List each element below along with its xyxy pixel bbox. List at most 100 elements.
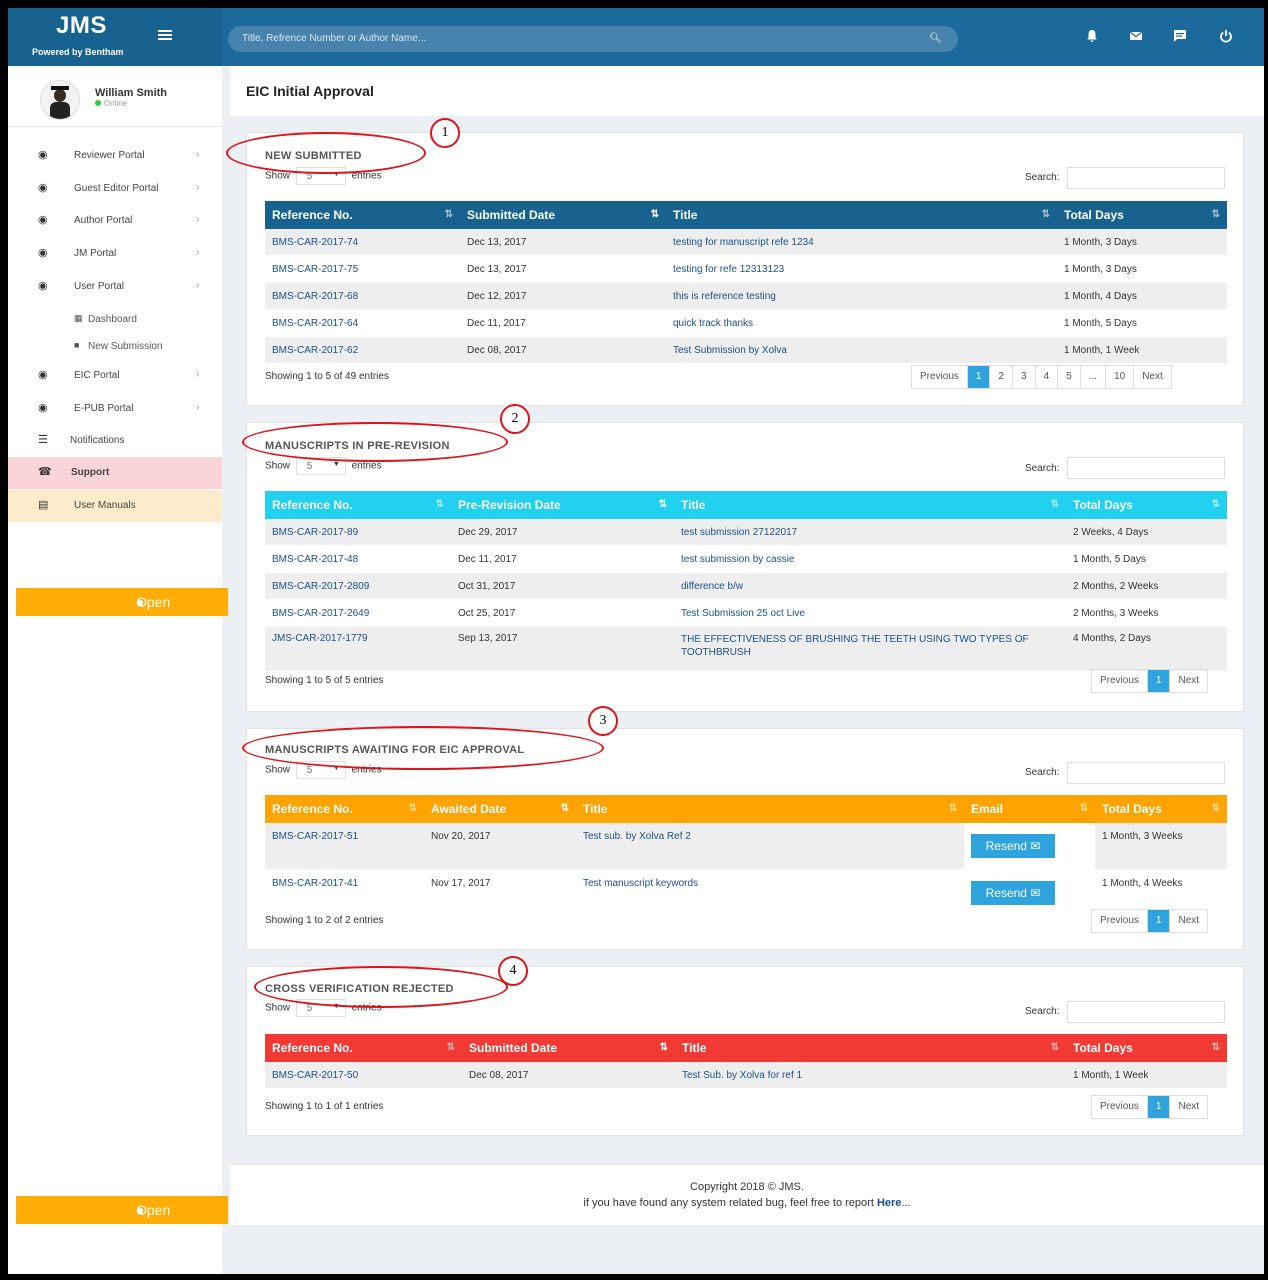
sidebar-item-jm-portal[interactable]: ◉ JM Portal › bbox=[8, 238, 222, 270]
title-link[interactable]: test submission 27122017 bbox=[674, 519, 1066, 546]
top-bar: JMS Powered by Bentham Title, Refrence N… bbox=[8, 8, 1264, 66]
open-chat-button-bottom[interactable]: Open Chat ● bbox=[16, 1196, 228, 1246]
total-days-cell: 1 Month, 5 Days bbox=[1057, 309, 1227, 337]
bell-icon[interactable] bbox=[1084, 29, 1100, 45]
column-header-total-days[interactable]: Total Days ⇅ bbox=[1066, 491, 1227, 519]
page-button-2[interactable]: 2 bbox=[989, 366, 1012, 388]
previous-button[interactable]: Previous bbox=[1092, 670, 1147, 692]
sidebar-item-label: EIC Portal bbox=[74, 370, 120, 381]
page-button-10[interactable]: 10 bbox=[1105, 366, 1133, 388]
reference-link[interactable]: BMS-CAR-2017-2649 bbox=[265, 599, 451, 627]
search-icon[interactable]: 🔍︎ bbox=[929, 26, 942, 52]
page-button-1[interactable]: 1 bbox=[1146, 910, 1170, 932]
title-link[interactable]: test submission by cassie bbox=[674, 545, 1066, 573]
open-chat-button[interactable]: Open Chat ● bbox=[16, 588, 228, 638]
avatar[interactable] bbox=[40, 80, 80, 120]
date-cell: Dec 13, 2017 bbox=[460, 229, 666, 256]
reference-link[interactable]: BMS-CAR-2017-68 bbox=[265, 282, 460, 310]
sidebar-item-user-manuals[interactable]: ▤ User Manuals bbox=[8, 490, 222, 522]
title-link[interactable]: this is reference testing bbox=[666, 282, 1057, 310]
page-button-1[interactable]: 1 bbox=[1146, 1096, 1170, 1118]
page-button-1[interactable]: 1 bbox=[1146, 670, 1170, 692]
column-header-total-days[interactable]: Total Days ⇅ bbox=[1057, 201, 1227, 229]
column-header-total-days[interactable]: Total Days ⇅ bbox=[1095, 795, 1227, 823]
sidebar-item-user-portal[interactable]: ◉ User Portal › bbox=[8, 271, 222, 303]
column-header-reference[interactable]: Reference No. ⇅ bbox=[265, 491, 451, 519]
title-link[interactable]: Test manuscript keywords bbox=[576, 869, 964, 917]
title-link[interactable]: Test sub. by Xolva Ref 2 bbox=[576, 823, 964, 870]
logo[interactable]: JMS Powered by Bentham bbox=[8, 8, 222, 66]
sidebar-item-label: User Manuals bbox=[74, 500, 136, 511]
table-search-input[interactable] bbox=[1067, 167, 1225, 189]
sidebar-item-label: Guest Editor Portal bbox=[74, 183, 159, 194]
power-logout-icon[interactable] bbox=[1218, 29, 1234, 45]
column-header-total-days[interactable]: Total Days ⇅ bbox=[1066, 1034, 1227, 1062]
column-header-date[interactable]: Submitted Date ⇅ bbox=[462, 1034, 675, 1062]
chat-message-icon[interactable] bbox=[1172, 29, 1188, 45]
date-cell: Dec 13, 2017 bbox=[460, 255, 666, 283]
reference-link[interactable]: BMS-CAR-2017-64 bbox=[265, 309, 460, 337]
column-header-date[interactable]: Pre-Revision Date ⇅ bbox=[451, 491, 674, 519]
column-header-title[interactable]: Title ⇅ bbox=[674, 491, 1066, 519]
column-header-reference[interactable]: Reference No. ⇅ bbox=[265, 1034, 462, 1062]
table-search-input[interactable] bbox=[1067, 1001, 1225, 1023]
sidebar-subitem-dashboard[interactable]: ▦ Dashboard bbox=[8, 306, 222, 332]
page-button-1[interactable]: 1 bbox=[966, 366, 990, 388]
sidebar-item-guest-editor-portal[interactable]: ◉ Guest Editor Portal › bbox=[8, 173, 222, 205]
column-header-title[interactable]: Title ⇅ bbox=[666, 201, 1057, 229]
sidebar-item-notifications[interactable]: ☰ Notifications bbox=[8, 425, 222, 457]
title-link[interactable]: quick track thanks bbox=[666, 309, 1057, 337]
sidebar-item-support[interactable]: ☎ Support bbox=[8, 457, 222, 489]
column-header-reference[interactable]: Reference No. ⇅ bbox=[265, 795, 424, 823]
sidebar-item-reviewer-portal[interactable]: ◉ Reviewer Portal › bbox=[8, 140, 222, 172]
table-search-input[interactable] bbox=[1067, 457, 1225, 479]
column-header-title[interactable]: Title ⇅ bbox=[675, 1034, 1066, 1062]
column-header-date[interactable]: Awaited Date ⇅ bbox=[424, 795, 576, 823]
reference-link[interactable]: JMS-CAR-2017-1779 bbox=[265, 626, 451, 672]
next-button[interactable]: Next bbox=[1169, 910, 1207, 932]
sidebar-subitem-new-submission[interactable]: ■ New Submission bbox=[8, 333, 222, 359]
title-link[interactable]: testing for refe 12313123 bbox=[666, 255, 1057, 283]
title-link[interactable]: Test Submission 25 oct Live bbox=[674, 599, 1066, 627]
page-button-5[interactable]: 5 bbox=[1057, 366, 1080, 388]
report-here-link[interactable]: Here bbox=[877, 1197, 901, 1209]
previous-button[interactable]: Previous bbox=[1092, 1096, 1147, 1118]
column-header-title[interactable]: Title ⇅ bbox=[576, 795, 964, 823]
title-link[interactable]: THE EFFECTIVENESS OF BRUSHING THE TEETH … bbox=[674, 626, 1066, 672]
reference-link[interactable]: BMS-CAR-2017-50 bbox=[265, 1062, 462, 1089]
page-button-4[interactable]: 4 bbox=[1034, 366, 1058, 388]
next-button[interactable]: Next bbox=[1133, 366, 1171, 388]
title-link[interactable]: testing for manuscript refe 1234 bbox=[666, 229, 1057, 256]
reference-link[interactable]: BMS-CAR-2017-41 bbox=[265, 869, 424, 917]
previous-button[interactable]: Previous bbox=[1092, 910, 1147, 932]
resend-button[interactable]: Resend ✉ bbox=[971, 834, 1055, 858]
column-header-email[interactable]: Email ⇅ bbox=[964, 795, 1095, 823]
title-link[interactable]: Test Sub. by Xolva for ref 1 bbox=[675, 1062, 1066, 1089]
reference-link[interactable]: BMS-CAR-2017-89 bbox=[265, 519, 451, 546]
title-link[interactable]: difference b/w bbox=[674, 572, 1066, 600]
title-link[interactable]: Test Submission by Xolva bbox=[666, 336, 1057, 364]
sidebar-item-label: Support bbox=[71, 467, 110, 478]
reference-link[interactable]: BMS-CAR-2017-48 bbox=[265, 545, 451, 573]
table-search-input[interactable] bbox=[1067, 762, 1225, 784]
hamburger-menu-icon[interactable] bbox=[158, 30, 172, 40]
global-search-input[interactable]: Title, Refrence Number or Author Name...… bbox=[228, 26, 958, 52]
next-button[interactable]: Next bbox=[1169, 1096, 1207, 1118]
sort-icon: ⇅ bbox=[1041, 209, 1050, 220]
mail-icon[interactable] bbox=[1128, 29, 1144, 45]
reference-link[interactable]: BMS-CAR-2017-51 bbox=[265, 823, 424, 870]
bug-report-text: if you have found any system related bug… bbox=[583, 1197, 877, 1209]
resend-button[interactable]: Resend ✉ bbox=[971, 881, 1055, 905]
reference-link[interactable]: BMS-CAR-2017-74 bbox=[265, 229, 460, 256]
column-header-date[interactable]: Submitted Date ⇅ bbox=[460, 201, 666, 229]
sidebar-item-epub-portal[interactable]: ◉ E-PUB Portal › bbox=[8, 393, 222, 425]
reference-link[interactable]: BMS-CAR-2017-2809 bbox=[265, 572, 451, 600]
reference-link[interactable]: BMS-CAR-2017-75 bbox=[265, 255, 460, 283]
reference-link[interactable]: BMS-CAR-2017-62 bbox=[265, 336, 460, 364]
page-button-3[interactable]: 3 bbox=[1012, 366, 1035, 388]
previous-button[interactable]: Previous bbox=[912, 366, 967, 388]
sidebar-item-eic-portal[interactable]: ◉ EIC Portal › bbox=[8, 360, 222, 392]
column-header-reference[interactable]: Reference No. ⇅ bbox=[265, 201, 460, 229]
sidebar-item-author-portal[interactable]: ◉ Author Portal › bbox=[8, 205, 222, 237]
next-button[interactable]: Next bbox=[1169, 670, 1207, 692]
